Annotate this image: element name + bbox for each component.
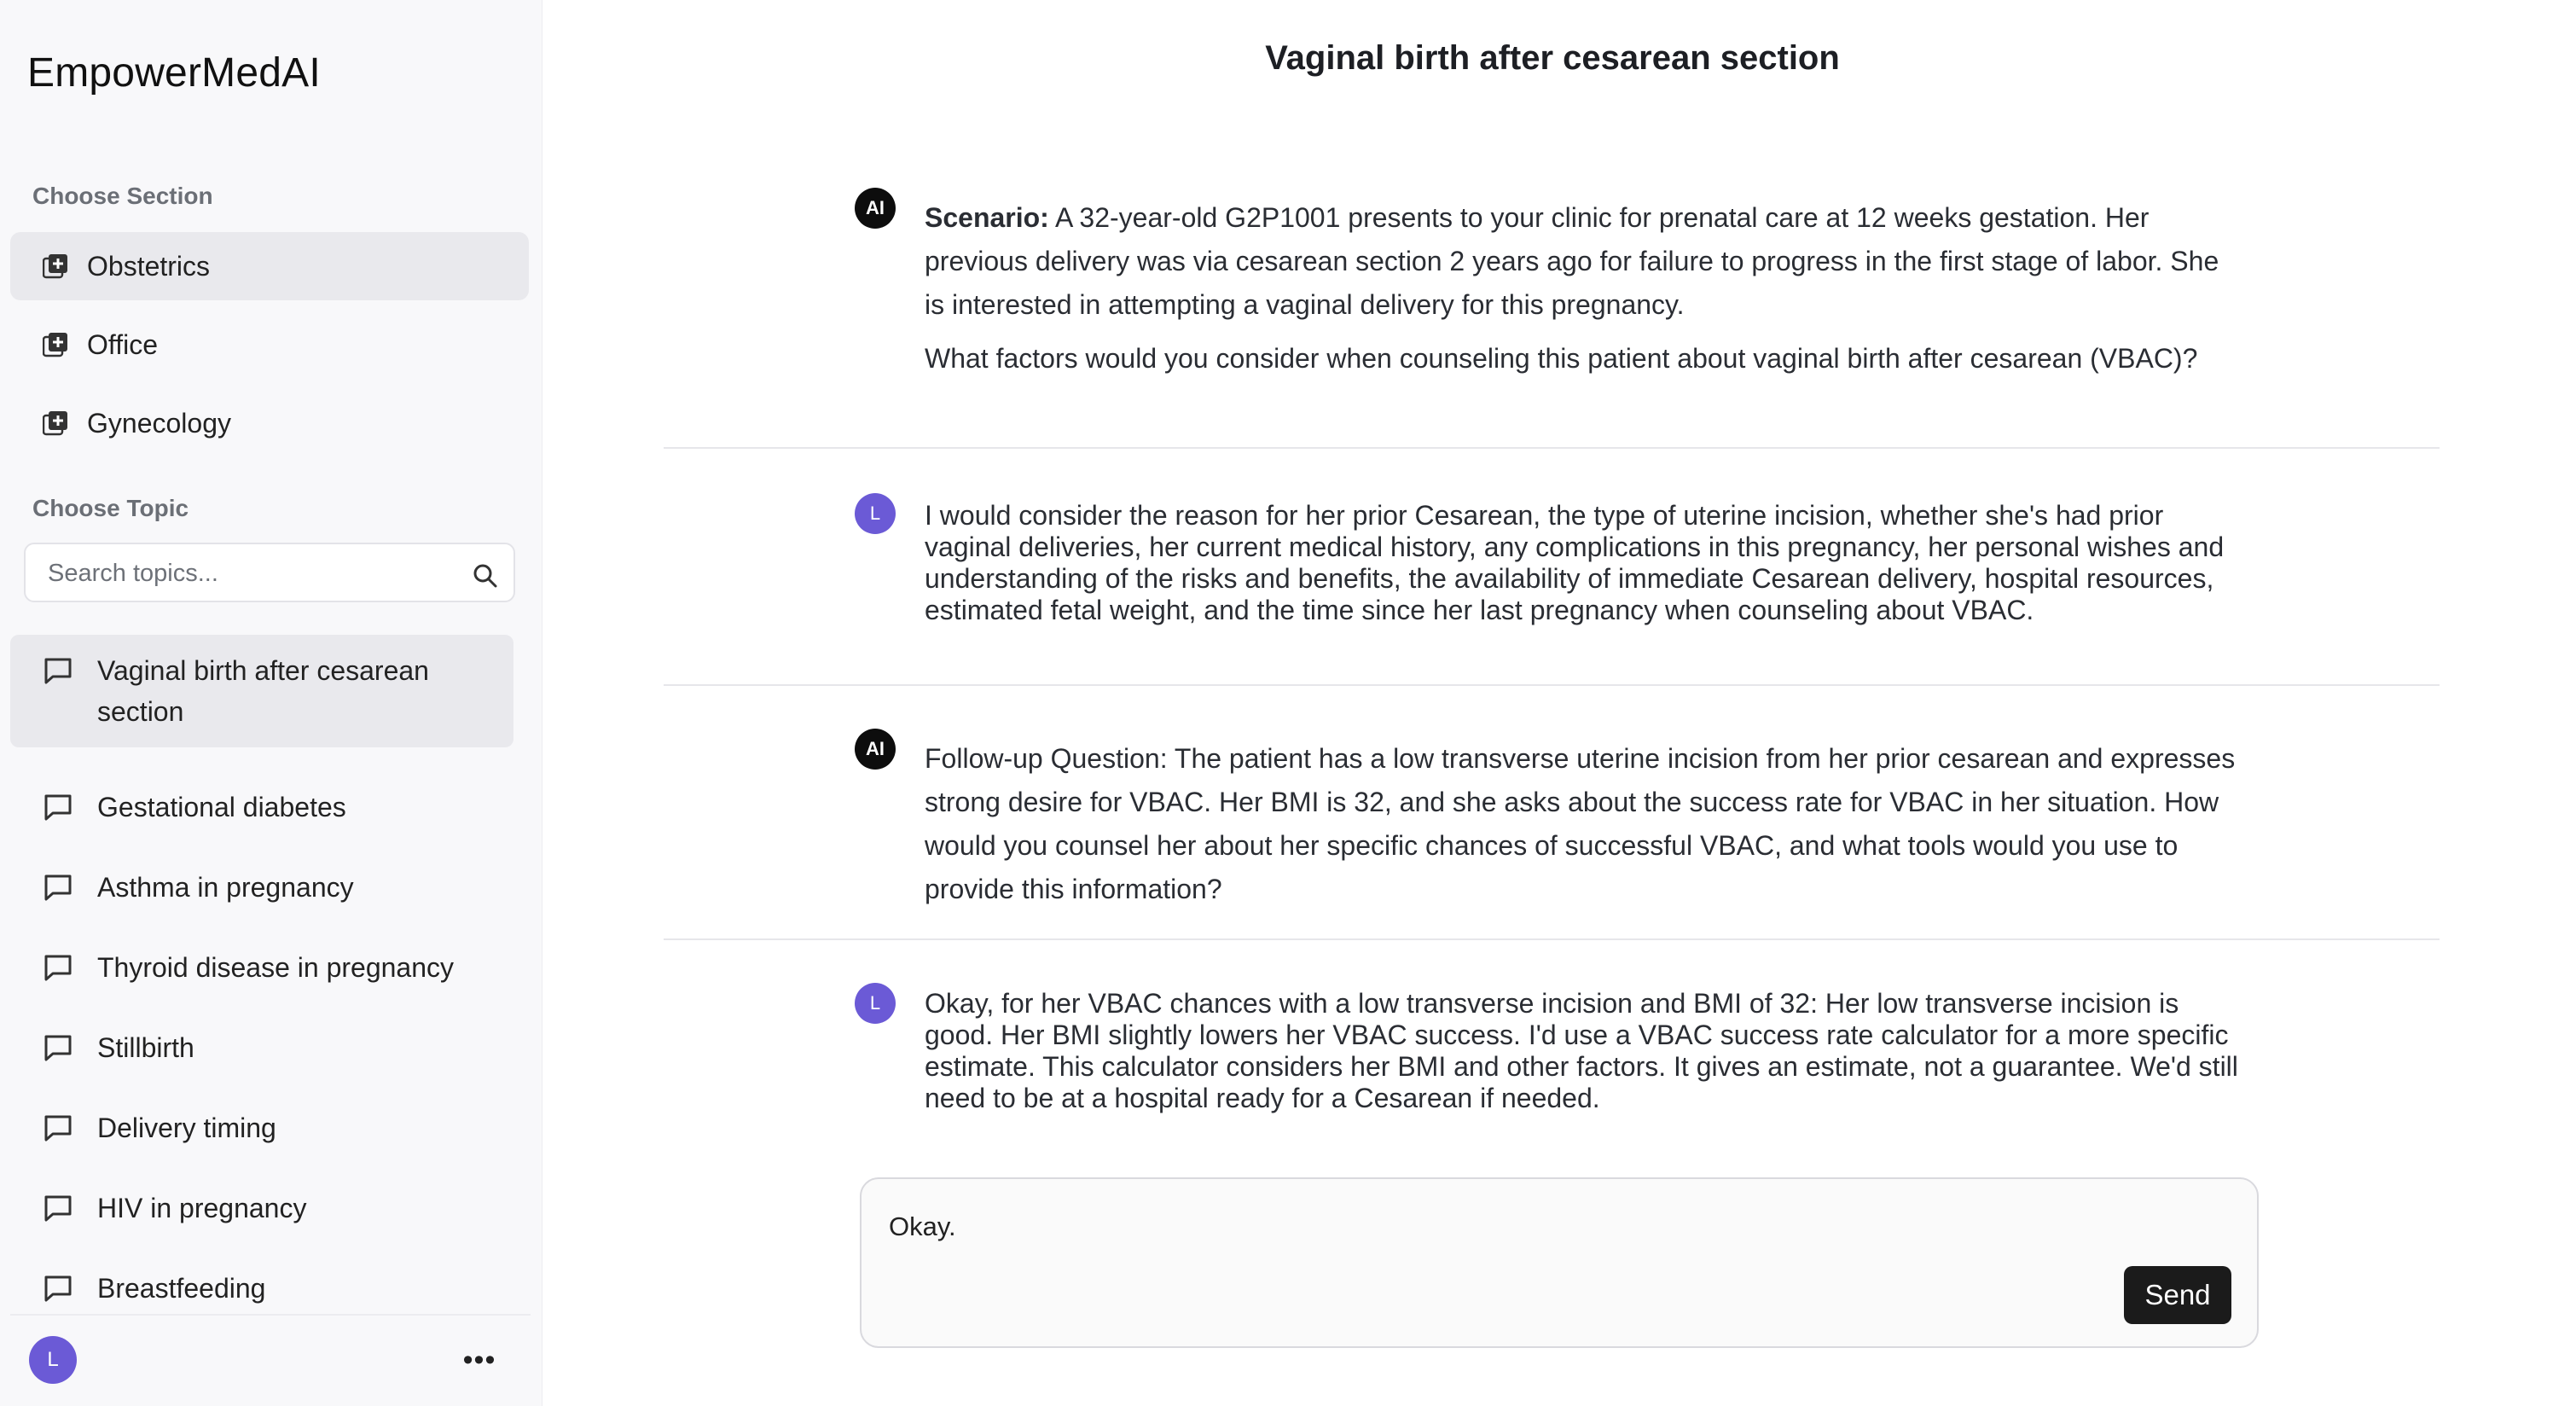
chat-bubble-icon (43, 1273, 73, 1304)
sidebar-footer: L ••• (10, 1314, 531, 1406)
topic-search (24, 543, 515, 602)
user-avatar: L (855, 983, 896, 1024)
message-body: Scenario: A 32-year-old G2P1001 presents… (925, 196, 2238, 381)
ai-avatar: AI (855, 188, 896, 229)
add-library-icon (42, 253, 68, 279)
message-body: Follow-up Question: The patient has a lo… (925, 743, 2236, 904)
chat-bubble-icon (43, 952, 73, 983)
section-item-gynecology[interactable]: Gynecology (10, 389, 529, 457)
scenario-text: A 32-year-old G2P1001 presents to your c… (925, 202, 2219, 320)
divider (664, 684, 2440, 686)
topic-item-label: Vaginal birth after cesarean section (97, 655, 429, 727)
divider (664, 938, 2440, 940)
topic-item-stillbirth[interactable]: Stillbirth (10, 1008, 513, 1087)
chat-bubble-icon (43, 1193, 73, 1223)
section-item-obstetrics[interactable]: Obstetrics (10, 232, 529, 300)
message-input[interactable]: Okay. (887, 1210, 2127, 1264)
scenario-label: Scenario: (925, 202, 1049, 233)
topic-item-label: Thyroid disease in pregnancy (97, 952, 455, 983)
section-item-label: Office (87, 328, 158, 360)
sidebar: EmpowerMedAI Choose Section Obstetrics O… (0, 0, 542, 1406)
ai-avatar: AI (855, 729, 896, 770)
add-library-icon (42, 332, 68, 357)
search-icon[interactable] (473, 563, 498, 589)
send-button[interactable]: Send (2124, 1266, 2231, 1324)
choose-topic-label: Choose Topic (32, 495, 189, 521)
topic-item-vbac[interactable]: Vaginal birth after cesarean section (10, 635, 513, 747)
topic-item-breastfeeding[interactable]: Breastfeeding (10, 1249, 513, 1312)
chat-bubble-icon (43, 792, 73, 822)
topic-item-label: Delivery timing (97, 1113, 276, 1143)
topic-item-label: HIV in pregnancy (97, 1193, 307, 1223)
question-text: What factors would you consider when cou… (925, 343, 2198, 374)
more-options-button[interactable]: ••• (455, 1339, 503, 1380)
topic-item-thyroid[interactable]: Thyroid disease in pregnancy (10, 928, 513, 1007)
brand-logo: EmpowerMedAI (27, 50, 321, 96)
topic-item-asthma[interactable]: Asthma in pregnancy (10, 848, 513, 927)
topic-item-label: Asthma in pregnancy (97, 872, 354, 903)
chat-bubble-icon (43, 1032, 73, 1063)
section-item-office[interactable]: Office (10, 311, 529, 379)
section-item-label: Gynecology (87, 407, 231, 439)
message-body: I would consider the reason for her prio… (925, 500, 2225, 625)
message-composer: Okay. Send (860, 1177, 2259, 1348)
chat-bubble-icon (43, 1113, 73, 1143)
topic-item-label: Gestational diabetes (97, 792, 346, 822)
message-body: Okay, for her VBAC chances with a low tr… (925, 988, 2238, 1113)
topic-item-gestational-diabetes[interactable]: Gestational diabetes (10, 768, 513, 846)
topic-list: Vaginal birth after cesarean section Ges… (10, 635, 531, 1312)
page-title: Vaginal birth after cesarean section (1265, 39, 1840, 77)
topic-item-hiv[interactable]: HIV in pregnancy (10, 1169, 513, 1247)
user-avatar: L (855, 493, 896, 534)
search-input[interactable] (46, 544, 459, 602)
topic-item-label: Stillbirth (97, 1032, 194, 1063)
divider (664, 447, 2440, 449)
section-item-label: Obstetrics (87, 250, 211, 282)
chat-bubble-icon (43, 872, 73, 903)
chat-bubble-icon (43, 655, 73, 686)
add-library-icon (42, 410, 68, 436)
user-avatar[interactable]: L (29, 1336, 77, 1384)
topic-item-delivery-timing[interactable]: Delivery timing (10, 1089, 513, 1167)
choose-section-label: Choose Section (32, 183, 213, 209)
topic-item-label: Breastfeeding (97, 1273, 266, 1304)
